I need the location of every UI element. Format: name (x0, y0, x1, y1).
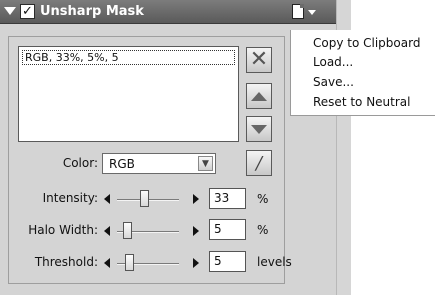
preset-list[interactable]: RGB, 33%, 5%, 5 (18, 46, 239, 142)
document-icon (292, 4, 304, 19)
threshold-slider-thumb[interactable] (125, 254, 134, 271)
halo-width-label: Halo Width: (28, 223, 98, 237)
select-dropdown-button[interactable]: ▼ (198, 156, 213, 171)
menu-item-reset-to-neutral[interactable]: Reset to Neutral (313, 95, 411, 109)
chevron-down-icon: ▼ (202, 158, 209, 169)
preset-list-item[interactable]: RGB, 33%, 5%, 5 (22, 50, 235, 65)
eyedropper-icon: / (255, 152, 263, 174)
intensity-label: Intensity: (42, 191, 98, 205)
intensity-unit: % (257, 192, 269, 206)
intensity-decrease-arrow[interactable] (104, 194, 110, 204)
threshold-decrease-arrow[interactable] (104, 258, 110, 268)
halo-width-unit: % (257, 223, 269, 237)
menu-item-save[interactable]: Save... (313, 75, 354, 89)
halo-width-increase-arrow[interactable] (193, 226, 199, 236)
close-icon: ✕ (249, 47, 269, 72)
halo-width-slider-thumb[interactable] (123, 222, 132, 239)
chevron-down-icon (308, 10, 316, 15)
intensity-slider-thumb[interactable] (140, 190, 149, 207)
threshold-input[interactable]: 5 (209, 251, 246, 272)
halo-width-decrease-arrow[interactable] (104, 226, 110, 236)
panel-title: Unsharp Mask (40, 4, 144, 19)
arrow-down-icon (251, 124, 267, 134)
panel-titlebar: ✓ Unsharp Mask (0, 0, 336, 24)
menu-item-copy-to-clipboard[interactable]: Copy to Clipboard (313, 36, 420, 50)
move-up-button[interactable] (246, 83, 272, 109)
color-select[interactable]: RGB ▼ (102, 153, 216, 174)
collapse-triangle-icon[interactable] (4, 7, 16, 15)
threshold-label: Threshold: (34, 255, 98, 269)
checkmark-icon: ✓ (22, 4, 33, 19)
delete-preset-button[interactable]: ✕ (246, 47, 272, 73)
halo-width-input[interactable]: 5 (209, 219, 246, 240)
enable-checkbox[interactable]: ✓ (20, 4, 35, 19)
move-down-button[interactable] (246, 116, 272, 142)
threshold-unit: levels (257, 255, 292, 269)
color-select-value: RGB (109, 157, 135, 171)
intensity-input[interactable]: 33 (209, 188, 246, 209)
color-label: Color: (62, 156, 98, 170)
panel-menu-dropdown: Copy to Clipboard Load... Save... Reset … (290, 30, 435, 116)
intensity-increase-arrow[interactable] (193, 194, 199, 204)
arrow-up-icon (251, 91, 267, 101)
menu-item-load[interactable]: Load... (313, 55, 353, 69)
panel-menu-button[interactable] (289, 3, 327, 22)
threshold-increase-arrow[interactable] (193, 258, 199, 268)
eyedropper-button[interactable]: / (246, 150, 272, 176)
